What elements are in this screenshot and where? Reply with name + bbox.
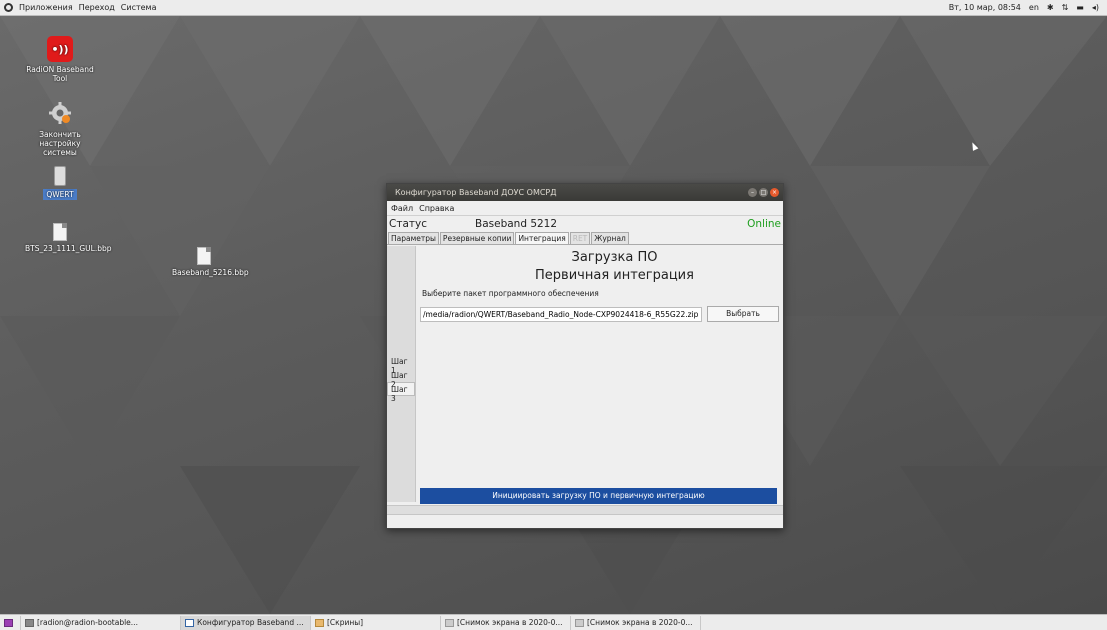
tab-bar: Параметры Резервные копии Интеграция RET… bbox=[387, 232, 783, 245]
tab-journal[interactable]: Журнал bbox=[591, 232, 629, 244]
gear-icon bbox=[49, 102, 71, 124]
battery-icon[interactable]: ▬ bbox=[1076, 3, 1084, 12]
taskbar-item-screenshots-folder[interactable]: [Скрины] bbox=[311, 615, 441, 630]
step-2[interactable]: Шаг 2 bbox=[387, 368, 415, 389]
menu-system[interactable]: Система bbox=[121, 3, 157, 12]
choose-button[interactable]: Выбрать bbox=[707, 306, 779, 322]
status-label: Статус bbox=[389, 218, 427, 230]
bottom-taskbar: [radion@radion-bootable... Конфигуратор … bbox=[0, 614, 1107, 630]
tab-backups[interactable]: Резервные копии bbox=[439, 232, 515, 244]
window-icon bbox=[185, 618, 194, 627]
clock[interactable]: Вт, 10 мар, 08:54 bbox=[949, 3, 1021, 12]
keyboard-layout[interactable]: en bbox=[1029, 3, 1039, 12]
volume-icon[interactable]: ◂) bbox=[1092, 3, 1099, 12]
connection-status: Online bbox=[747, 218, 781, 230]
bluetooth-icon[interactable]: ✱ bbox=[1047, 3, 1054, 12]
menu-applications[interactable]: Приложения bbox=[19, 3, 73, 12]
desktop-icon-label: QWERT bbox=[43, 189, 77, 200]
close-icon[interactable]: × bbox=[770, 188, 779, 197]
package-path-input[interactable] bbox=[420, 306, 702, 322]
system-tray: Вт, 10 мар, 08:54 en ✱ ⇅ ▬ ◂) bbox=[941, 3, 1107, 12]
top-menu: Приложения Переход Система bbox=[0, 3, 162, 12]
folder-icon bbox=[315, 618, 324, 627]
taskbar-item-terminal[interactable]: [radion@radion-bootable... bbox=[21, 615, 181, 630]
desktop-icon-setup[interactable]: Закончить настройку системы bbox=[25, 101, 95, 157]
integration-content: Шаг 1 Шаг 2 Шаг 3 Загрузка ПО Первичная … bbox=[387, 246, 783, 506]
taskbar-item-screenshot-2[interactable]: [Снимок экрана в 2020-0... bbox=[571, 615, 701, 630]
menu-help[interactable]: Справка bbox=[419, 204, 454, 213]
window-title: Конфигуратор Baseband ДОУС ОМСРД bbox=[395, 188, 557, 197]
desktop-icon-radion[interactable]: •)) RadiON Baseband Tool bbox=[25, 36, 95, 83]
step-list: Шаг 1 Шаг 2 Шаг 3 bbox=[387, 246, 416, 502]
package-row: Выбрать bbox=[420, 306, 779, 322]
status-bar: Статус Baseband 5212 Online bbox=[387, 216, 783, 232]
tab-integration[interactable]: Интеграция bbox=[515, 232, 569, 244]
taskbar-item-screenshot-1[interactable]: [Снимок экрана в 2020-0... bbox=[441, 615, 571, 630]
page-subtitle: Первичная интеграция bbox=[535, 268, 694, 283]
taskbar-item-label: Конфигуратор Baseband ... bbox=[197, 618, 304, 627]
start-integration-button[interactable]: Инициировать загрузку ПО и первичную инт… bbox=[420, 488, 777, 504]
tab-ret: RET bbox=[569, 232, 591, 244]
radio-app-icon: •)) bbox=[47, 36, 73, 62]
desktop-icon-qwert[interactable]: QWERT bbox=[25, 166, 95, 200]
image-icon bbox=[575, 618, 584, 627]
menu-file[interactable]: Файл bbox=[391, 204, 413, 213]
package-hint: Выберите пакет программного обеспечения bbox=[422, 289, 599, 298]
usb-drive-icon bbox=[54, 166, 66, 186]
desktop-icon-baseband-file[interactable]: Baseband_5216.bbp bbox=[172, 247, 249, 277]
device-name: Baseband 5212 bbox=[475, 218, 558, 230]
file-icon bbox=[197, 247, 211, 265]
distro-logo-icon[interactable] bbox=[4, 3, 13, 12]
taskbar-item-label: [Снимок экрана в 2020-0... bbox=[587, 618, 693, 627]
image-icon bbox=[445, 618, 454, 627]
network-icon[interactable]: ⇅ bbox=[1062, 3, 1069, 12]
taskbar-item-label: [Скрины] bbox=[327, 618, 364, 627]
step-3[interactable]: Шаг 3 bbox=[387, 382, 415, 403]
maximize-icon[interactable]: □ bbox=[759, 188, 768, 197]
step-panel: Загрузка ПО Первичная интеграция Выберит… bbox=[416, 246, 783, 506]
desktop-icon-label: RadiON Baseband Tool bbox=[26, 65, 94, 83]
step-1[interactable]: Шаг 1 bbox=[387, 354, 415, 375]
desktop-icon-label: BTS_23_1111_GUL.bbp bbox=[25, 244, 112, 253]
taskbar-item-configurator[interactable]: Конфигуратор Baseband ... bbox=[181, 615, 311, 630]
taskbar-item-label: [radion@radion-bootable... bbox=[37, 618, 138, 627]
desktop-icon-label: Закончить настройку системы bbox=[39, 130, 81, 157]
page-title: Загрузка ПО bbox=[571, 250, 658, 265]
window-controls: – □ × bbox=[746, 188, 783, 197]
desktop-icon-bts-file[interactable]: BTS_23_1111_GUL.bbp bbox=[25, 223, 112, 253]
show-desktop-button[interactable] bbox=[0, 615, 21, 630]
tab-parameters[interactable]: Параметры bbox=[388, 232, 439, 244]
minimize-icon[interactable]: – bbox=[748, 188, 757, 197]
desktop-icon-label: Baseband_5216.bbp bbox=[172, 268, 249, 277]
terminal-icon bbox=[25, 618, 34, 627]
window-statusstrip bbox=[387, 505, 783, 515]
file-icon bbox=[53, 223, 67, 241]
menu-places[interactable]: Переход bbox=[79, 3, 115, 12]
window-titlebar[interactable]: Конфигуратор Baseband ДОУС ОМСРД – □ × bbox=[387, 184, 783, 201]
taskbar-item-label: [Снимок экрана в 2020-0... bbox=[457, 618, 563, 627]
configurator-window: Конфигуратор Baseband ДОУС ОМСРД – □ × Ф… bbox=[386, 183, 784, 529]
top-panel: Приложения Переход Система Вт, 10 мар, 0… bbox=[0, 0, 1107, 16]
show-desktop-icon bbox=[4, 618, 13, 627]
window-menubar: Файл Справка bbox=[387, 201, 783, 216]
